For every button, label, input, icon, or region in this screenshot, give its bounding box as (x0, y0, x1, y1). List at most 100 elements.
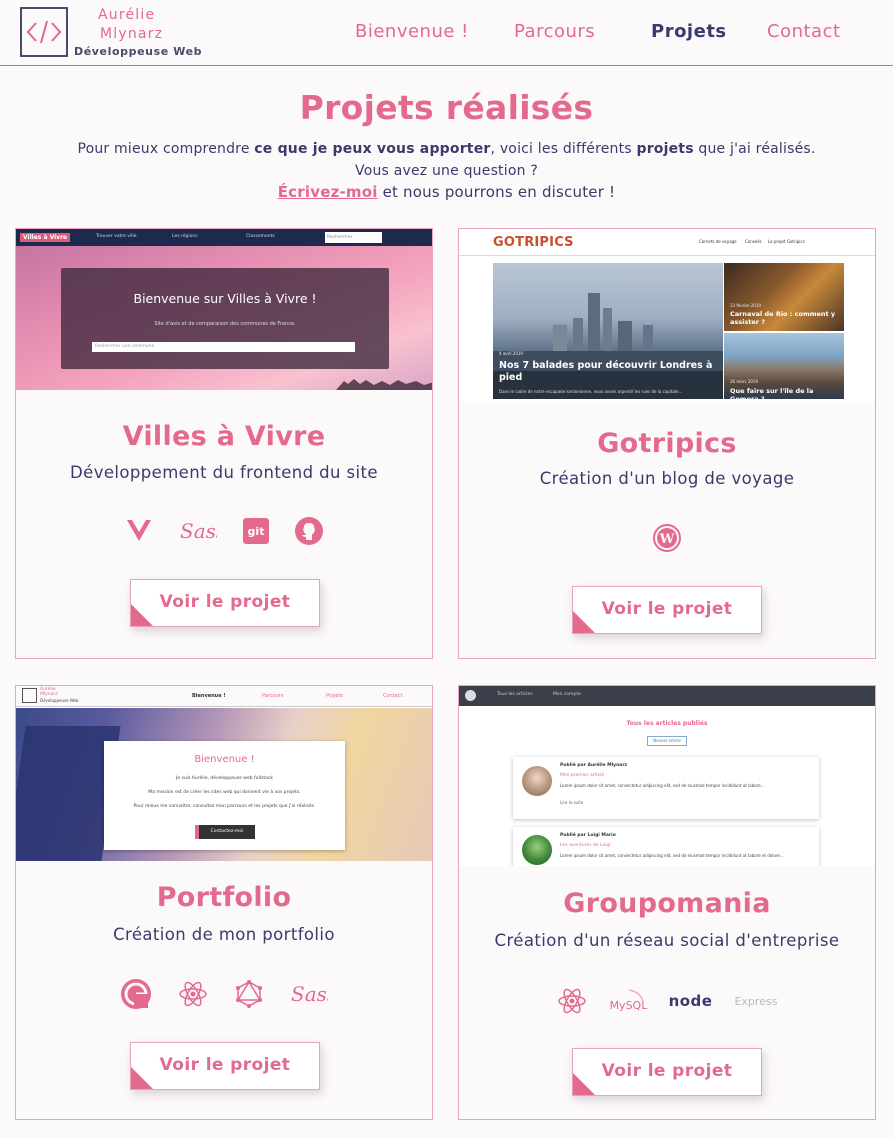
tech-stack: MySQL node Express (459, 983, 875, 1019)
mini-date: 26 mars 2019 (730, 379, 758, 384)
mini-line: Pour mieux me connaître, consultez mon p… (133, 804, 316, 809)
mini-read-more: Lire la suite (560, 800, 584, 805)
button-label: Voir le projet (601, 599, 733, 619)
project-title: Villes à Vivre (122, 421, 326, 452)
mini-menu: Les régions (172, 234, 198, 239)
mini-menu: Trouver votre ville (96, 234, 137, 239)
mini-menu: Contact (383, 693, 403, 699)
mini-author: Publié par Luigi Mario (560, 833, 616, 838)
express-label: Express (734, 994, 778, 1008)
mini-hero-title: Bienvenue sur Villes à Vivre ! (133, 291, 317, 306)
svg-text:W: W (659, 532, 675, 547)
mini-line: Je suis Aurélie, développeuse web fullst… (176, 776, 273, 781)
mini-hero-input: Rechercher une commune (92, 342, 355, 352)
mini-heading: Tous les articles publiés (626, 720, 708, 727)
sass-icon: Sass (290, 980, 328, 1008)
intro-text-part: Pour mieux comprendre (77, 141, 255, 157)
nav-projets[interactable]: Projets (651, 21, 727, 42)
nav-bienvenue[interactable]: Bienvenue ! (355, 21, 469, 42)
mini-author: Publié par Aurélie Mlynarz (560, 763, 628, 768)
view-project-button[interactable]: Voir le projet (572, 1048, 762, 1096)
intro-text-part: et nous pourrons en discuter ! (377, 183, 616, 201)
vue-icon (125, 518, 153, 544)
mini-menu: Parcours (262, 693, 284, 699)
gatsby-icon (120, 978, 152, 1010)
mini-date: 4 avril 2019 (499, 351, 523, 356)
intro-emphasis: projets (636, 141, 694, 157)
mini-date: 13 février 2019 (730, 303, 761, 308)
project-card-portfolio: Aurélie Mlynarz Développeuse Web Bienven… (15, 685, 433, 1120)
site-header: Aurélie Mlynarz Développeuse Web Bienven… (0, 0, 893, 66)
button-label: Voir le projet (159, 592, 291, 612)
graphql-icon (234, 979, 264, 1009)
mini-menu: Tous les articles (497, 692, 533, 697)
tech-stack: Sass git (16, 513, 432, 549)
project-title: Groupomania (563, 888, 771, 919)
mini-main-excerpt: Dans le cadre de notre escapade londonie… (499, 389, 683, 394)
mini-side-title: Que faire sur l'île de la Gomera ? (730, 387, 814, 401)
intro-emphasis: ce que je peux vous apporter (254, 141, 491, 157)
node-label: node (668, 992, 713, 1010)
project-title: Gotripics (597, 428, 737, 459)
tech-stack: Sass (16, 976, 432, 1012)
button-label: Voir le projet (159, 1055, 291, 1075)
project-card-villes: Villes à Vivre Trouver votre ville Les r… (15, 228, 433, 659)
mini-post-text: Lorem ipsum dolor sit amet, consectetur … (560, 783, 765, 788)
project-screenshot[interactable]: GOTRIPICS Carnets de voyage Conseils Le … (459, 229, 875, 401)
main-nav: Bienvenue ! Parcours Projets Contact (0, 21, 893, 43)
project-desc: Création d'un réseau social d'entreprise (494, 931, 840, 950)
project-screenshot[interactable]: Villes à Vivre Trouver votre ville Les r… (16, 229, 432, 390)
mini-brand: GOTRIPICS (493, 235, 574, 250)
nav-contact[interactable]: Contact (767, 21, 841, 42)
mini-brand: Villes à Vivre (20, 233, 71, 242)
node-icon: node (669, 992, 713, 1010)
button-corner-accent (573, 1073, 595, 1095)
project-desc: Création de mon portfolio (113, 925, 335, 944)
button-corner-accent (573, 611, 595, 633)
view-project-button[interactable]: Voir le projet (572, 586, 762, 634)
project-desc: Création d'un blog de voyage (539, 469, 795, 488)
mini-post-text: Lorem ipsum dolor sit amet, consectetur … (560, 853, 784, 858)
mysql-icon: MySQL (609, 986, 647, 1016)
project-card-groupomania: Tous les articles Mon compte Tous les ar… (458, 685, 876, 1120)
brand-role: Développeuse Web (74, 45, 203, 58)
wordpress-icon: W (653, 524, 681, 552)
mini-hero-sub: Site d'avis et de comparaison des commun… (154, 321, 296, 327)
project-screenshot[interactable]: Aurélie Mlynarz Développeuse Web Bienven… (16, 686, 432, 861)
intro-section: Projets réalisés Pour mieux comprendre c… (0, 88, 893, 204)
svg-text:Sass: Sass (291, 982, 328, 1006)
svg-text:git: git (248, 525, 265, 538)
project-desc: Développement du frontend du site (70, 463, 378, 482)
svg-text:Sass: Sass (180, 519, 217, 543)
mini-search: Rechercher (325, 232, 382, 243)
mini-side-title: Carnaval de Rio : comment y assister ? (730, 310, 836, 326)
intro-text: Pour mieux comprendre ce que je peux vou… (0, 139, 893, 204)
mini-post-title: Mon premier article (560, 773, 605, 778)
mini-menu: Carnets de voyage (699, 239, 737, 244)
intro-text-part: , voici les différents (490, 141, 637, 157)
mini-menu: Bienvenue ! (192, 693, 226, 699)
react-icon (557, 987, 587, 1015)
button-corner-accent (131, 604, 153, 626)
mini-post-title: Les aventures de Luigi (560, 843, 611, 848)
view-project-button[interactable]: Voir le projet (130, 1042, 320, 1090)
project-title: Portfolio (156, 882, 292, 913)
mini-menu: Le projet Gotripics (768, 239, 805, 244)
mini-menu: Mon compte (553, 692, 581, 697)
nav-parcours[interactable]: Parcours (514, 21, 595, 42)
react-icon (178, 980, 208, 1008)
tree-silhouette-icon (336, 379, 432, 390)
project-screenshot[interactable]: Tous les articles Mon compte Tous les ar… (459, 686, 875, 866)
view-project-button[interactable]: Voir le projet (130, 579, 320, 627)
mini-menu: Projets (326, 693, 343, 699)
contact-link[interactable]: Écrivez-moi (278, 183, 378, 201)
intro-question: Vous avez une question ? (355, 162, 538, 179)
project-card-gotripics: GOTRIPICS Carnets de voyage Conseils Le … (458, 228, 876, 659)
button-corner-accent (131, 1067, 153, 1089)
intro-text-part: que j'ai réalisés. (693, 141, 816, 157)
mini-line: Ma mission est de créer les sites web qu… (148, 790, 301, 795)
page-title: Projets réalisés (299, 88, 594, 127)
mysql-label: MySQL (609, 999, 648, 1012)
mini-button: Contactez-moi (195, 825, 255, 839)
mini-menu: Classements (246, 234, 275, 239)
